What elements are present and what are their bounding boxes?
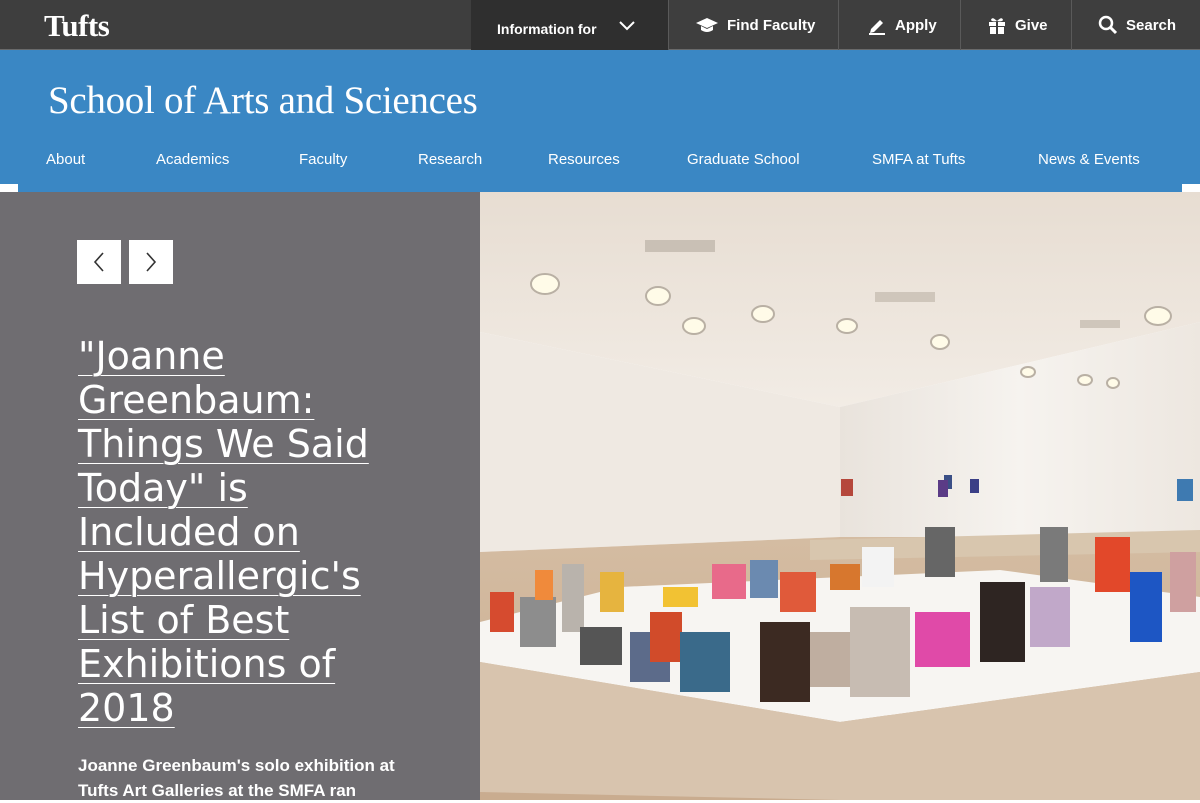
hero-headline[interactable]: "Joanne Greenbaum: Things We Said Today"… [78,334,418,730]
search-label: Search [1126,16,1177,34]
school-title[interactable]: School of Arts and Sciences [48,78,478,123]
hero-summary: Joanne Greenbaum's solo exhibition at Tu… [78,756,395,800]
nav-academics[interactable]: Academics [156,151,229,168]
chevron-down-icon [619,21,635,31]
hero-headline-link[interactable]: "Joanne Greenbaum: Things We Said Today"… [78,334,369,730]
chevron-left-icon [93,252,104,272]
nav-faculty[interactable]: Faculty [299,151,347,168]
pencil-icon [869,20,885,35]
chevron-right-icon [146,252,157,272]
header-edge-left [0,184,18,192]
apply-link[interactable]: Apply [838,0,960,50]
hero-gallery-photo [480,192,1200,800]
give-link[interactable]: Give [960,0,1071,50]
find-faculty-label: Find Faculty [727,16,816,34]
search-link[interactable]: Search [1071,0,1200,50]
information-for-dropdown[interactable]: Information for [471,0,668,57]
header-edge-right [1182,184,1200,192]
graduation-cap-icon [696,18,718,32]
nav-about[interactable]: About [46,151,85,168]
search-icon [1098,15,1118,35]
nav-graduate-school[interactable]: Graduate School [687,151,800,168]
carousel-next-button[interactable] [129,240,173,284]
gallery-exhibition-photo [480,192,1200,800]
utility-bar: Tufts Information for Find Faculty Apply… [0,0,1200,57]
nav-resources[interactable]: Resources [548,151,620,168]
gift-icon [989,18,1005,34]
give-label: Give [1015,16,1048,34]
carousel-prev-button[interactable] [77,240,121,284]
apply-label: Apply [895,16,937,34]
nav-news-events[interactable]: News & Events [1038,151,1140,168]
tufts-logo[interactable]: Tufts [44,8,110,44]
nav-smfa-at-tufts[interactable]: SMFA at Tufts [872,151,965,168]
information-for-label: Information for [497,20,597,37]
nav-research[interactable]: Research [418,151,482,168]
find-faculty-link[interactable]: Find Faculty [668,0,838,50]
